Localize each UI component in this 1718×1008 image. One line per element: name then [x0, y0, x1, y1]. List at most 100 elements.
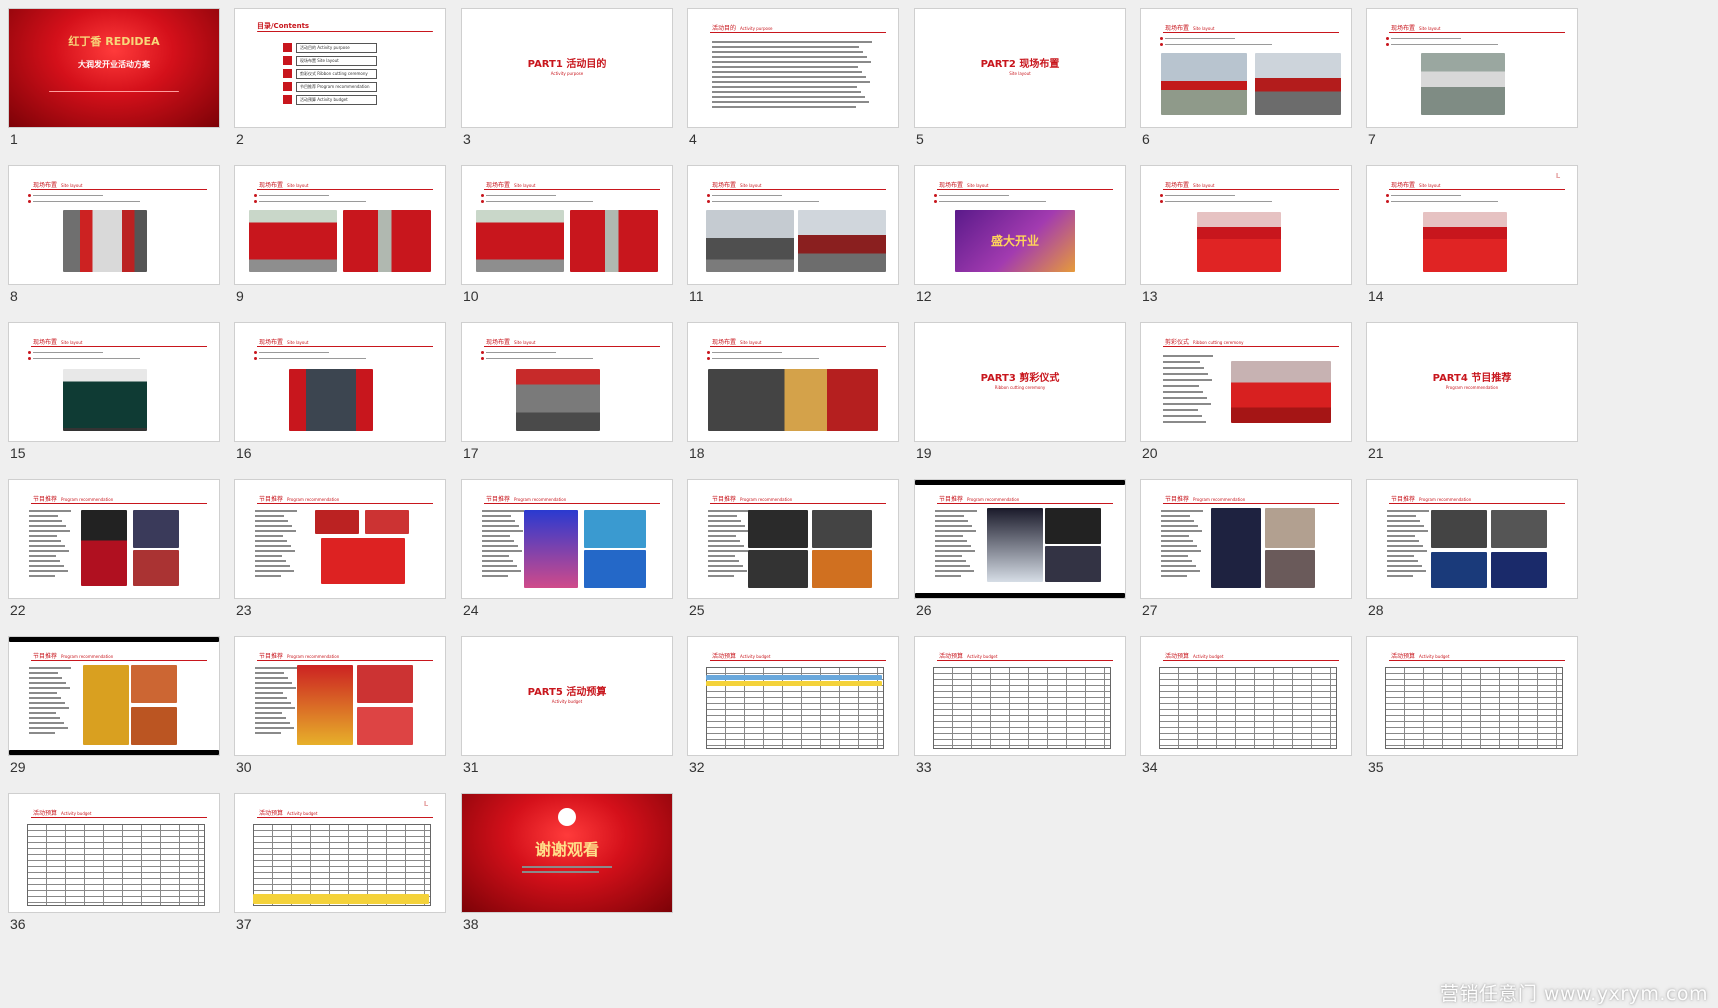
text-line	[1161, 510, 1203, 512]
slide-13[interactable]: 现场布置 Site layout	[1140, 165, 1352, 285]
bullet-text-line	[1391, 201, 1498, 203]
bullet-text-line	[712, 352, 782, 354]
slide-31[interactable]: PART5 活动预算 Activity budget	[461, 636, 673, 756]
slide-27[interactable]: 节目推荐 Program recommendation	[1140, 479, 1352, 599]
bullet-text-line	[712, 358, 819, 360]
toc-item-label: 剪彩仪式 Ribbon cutting ceremony	[296, 69, 377, 79]
text-line	[255, 525, 292, 527]
slide-18[interactable]: 现场布置 Site layout	[687, 322, 899, 442]
table-highlight-row	[706, 681, 882, 686]
watermark: 营销任意门 www.yxrym.com	[1439, 983, 1708, 1005]
bullet-text-line	[939, 201, 1046, 203]
slide-header-cn: 活动预算	[1391, 653, 1416, 660]
photo	[249, 210, 337, 272]
slide-thumbnail-24: 节目推荐 Program recommendation 24	[461, 479, 673, 618]
slide-15[interactable]: 现场布置 Site layout	[8, 322, 220, 442]
slide-34[interactable]: 活动预算 Activity budget	[1140, 636, 1352, 756]
text-line	[255, 682, 292, 684]
text-line	[1161, 540, 1193, 542]
text-line	[29, 510, 71, 512]
slide-14[interactable]: 现场布置 Site layout L	[1366, 165, 1578, 285]
slide-38[interactable]: 谢谢观看	[461, 793, 673, 913]
photo	[516, 369, 600, 431]
slide-10[interactable]: 现场布置 Site layout	[461, 165, 673, 285]
slide-4[interactable]: 活动目的 Activity purpose	[687, 8, 899, 128]
text-line	[255, 550, 295, 552]
slide-6[interactable]: 现场布置 Site layout	[1140, 8, 1352, 128]
slide-header-en: Site layout	[740, 183, 762, 188]
slide-12[interactable]: 现场布置 Site layout 盛大开业	[914, 165, 1126, 285]
slide-thumbnail-16: 现场布置 Site layout 16	[234, 322, 446, 461]
slide-21[interactable]: PART4 节目推荐 Program recommendation	[1366, 322, 1578, 442]
slide-header-en: Program recommendation	[61, 654, 114, 659]
slide-8[interactable]: 现场布置 Site layout	[8, 165, 220, 285]
slide-number: 26	[916, 602, 932, 618]
toc-item[interactable]: 活动预算 Activity budget	[283, 95, 377, 105]
slide-3[interactable]: PART1 活动目的 Activity purpose	[461, 8, 673, 128]
toc-item[interactable]: 剪彩仪式 Ribbon cutting ceremony	[283, 69, 377, 79]
bullet-dot	[934, 194, 937, 197]
slide-thumbnail-20: 剪彩仪式 Ribbon cutting ceremony 20	[1140, 322, 1352, 461]
header-rule	[1389, 503, 1565, 504]
text-line	[482, 540, 514, 542]
photo	[133, 510, 179, 548]
toc-item[interactable]: 现场布置 Site layout	[283, 56, 377, 66]
toc-item[interactable]: 活动目的 Activity purpose	[283, 43, 377, 53]
slide-17[interactable]: 现场布置 Site layout	[461, 322, 673, 442]
slide-22[interactable]: 节目推荐 Program recommendation	[8, 479, 220, 599]
slide-26[interactable]: 节目推荐 Program recommendation	[914, 479, 1126, 599]
slide-2[interactable]: 目录/Contents 活动目的 Activity purpose 现场布置 Sit…	[234, 8, 446, 128]
header-rule	[1389, 660, 1565, 661]
slide-9[interactable]: 现场布置 Site layout	[234, 165, 446, 285]
slide-header-en: Site layout	[61, 340, 83, 345]
slide-25[interactable]: 节目推荐 Program recommendation	[687, 479, 899, 599]
text-line	[935, 520, 968, 522]
slide-37[interactable]: 活动预算 Activity budget L	[234, 793, 446, 913]
slide-number: 15	[10, 445, 26, 461]
slide-header-cn: 节目推荐	[1165, 496, 1190, 503]
bullet-dot	[707, 351, 710, 354]
slide-11[interactable]: 现场布置 Site layout	[687, 165, 899, 285]
photo	[1231, 361, 1331, 423]
toc-item-marker	[283, 82, 292, 91]
text-line	[708, 570, 747, 572]
slide-header: 活动预算 Activity budget	[712, 651, 770, 660]
header-rule	[1163, 660, 1339, 661]
slide-1[interactable]: 红丁香 REDIDEA 大润发开业活动方案	[8, 8, 220, 128]
toc-item[interactable]: 节目推荐 Program recommendation	[283, 82, 377, 92]
slide-20[interactable]: 剪彩仪式 Ribbon cutting ceremony	[1140, 322, 1352, 442]
bullet-text-line	[33, 352, 103, 354]
photo	[987, 508, 1043, 582]
slide-35[interactable]: 活动预算 Activity budget	[1366, 636, 1578, 756]
photo	[1045, 546, 1101, 582]
slide-28[interactable]: 节目推荐 Program recommendation	[1366, 479, 1578, 599]
text-line	[255, 697, 287, 699]
slide-32[interactable]: 活动预算 Activity budget	[687, 636, 899, 756]
bullet-text-line	[712, 195, 782, 197]
slide-24[interactable]: 节目推荐 Program recommendation	[461, 479, 673, 599]
budget-table-columns	[28, 825, 204, 905]
slide-29[interactable]: 节目推荐 Program recommendation	[8, 636, 220, 756]
part-title: PART5 活动预算	[527, 687, 607, 698]
bullet-dot	[481, 357, 484, 360]
slide-number: 38	[463, 916, 479, 932]
photo	[584, 510, 646, 548]
text-line	[1161, 555, 1188, 557]
slide-30[interactable]: 节目推荐 Program recommendation	[234, 636, 446, 756]
header-rule	[257, 817, 433, 818]
photo	[289, 369, 373, 431]
text-line	[482, 520, 515, 522]
slide-19[interactable]: PART3 剪彩仪式 Ribbon cutting ceremony	[914, 322, 1126, 442]
slide-36[interactable]: 活动预算 Activity budget	[8, 793, 220, 913]
text-line	[1163, 361, 1200, 363]
slide-7[interactable]: 现场布置 Site layout	[1366, 8, 1578, 128]
slide-33[interactable]: 活动预算 Activity budget	[914, 636, 1126, 756]
slide-header-en: Activity budget	[61, 811, 92, 816]
slide-header: 活动预算 Activity budget	[33, 808, 91, 817]
slide-5[interactable]: PART2 现场布置 Site layout	[914, 8, 1126, 128]
photo	[1491, 552, 1547, 588]
photo	[476, 210, 564, 272]
slide-23[interactable]: 节目推荐 Program recommendation	[234, 479, 446, 599]
slide-16[interactable]: 现场布置 Site layout	[234, 322, 446, 442]
text-line	[712, 46, 859, 48]
